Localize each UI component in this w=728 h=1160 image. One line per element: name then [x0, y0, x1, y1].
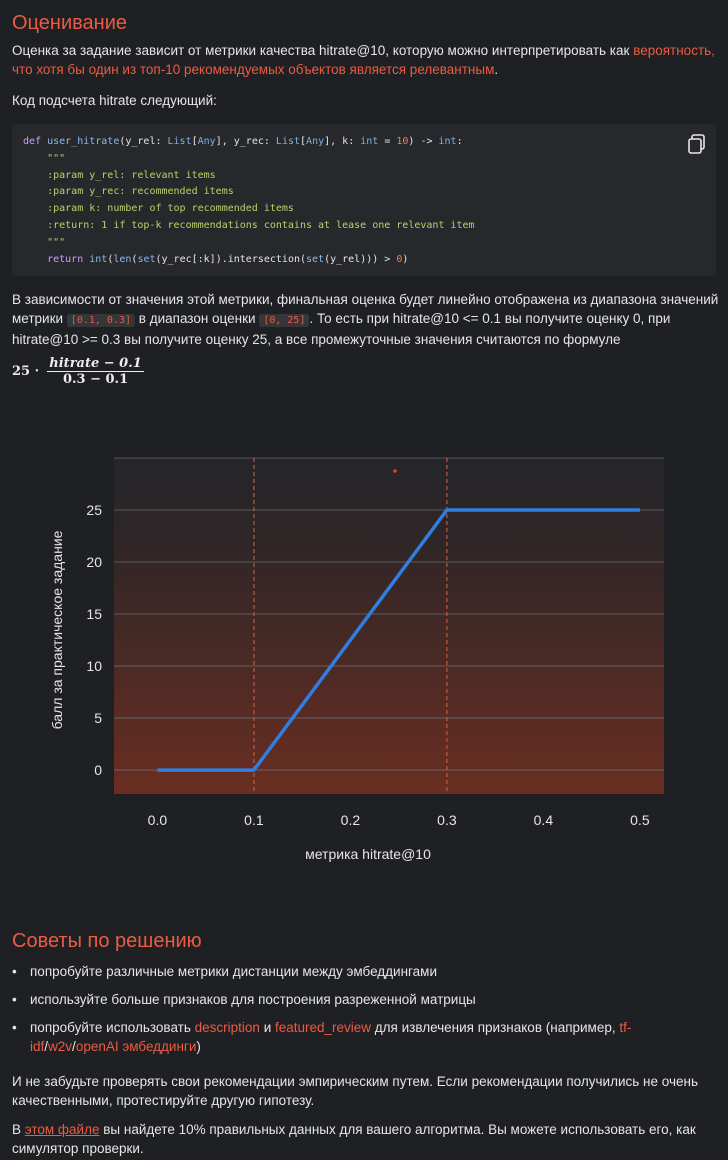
copy-icon[interactable] — [686, 133, 708, 155]
code-block: def user_hitrate(y_rel: List[Any], y_rec… — [12, 124, 716, 276]
y-tick-label: 5 — [94, 710, 102, 726]
intro-end: . — [494, 62, 499, 77]
tip-3-text: попробуйте использовать — [30, 1020, 195, 1035]
formula-factor: 25 · — [12, 364, 40, 379]
w2v-link[interactable]: w2v — [48, 1039, 72, 1054]
y-tick-label: 0 — [94, 762, 102, 778]
list-item: попробуйте различные метрики дистанции м… — [12, 962, 712, 981]
formula-denominator: 0.3 − 0.1 — [62, 372, 129, 387]
y-tick-label: 15 — [86, 606, 102, 622]
openai-embeddings-link[interactable]: openAI эмбеддинги — [76, 1039, 197, 1054]
y-tick-label: 25 — [86, 502, 102, 518]
x-tick-label: 0.4 — [534, 812, 554, 828]
y-tick-labels: 0 5 10 15 20 25 — [86, 502, 102, 778]
code-text: def user_hitrate(y_rel: List[Any], y_rec… — [23, 136, 475, 265]
formula-fraction: hitrate − 0.1 0.3 − 0.1 — [47, 356, 144, 387]
section-title-grading: Оценивание — [12, 12, 127, 34]
x-tick-label: 0.2 — [341, 812, 361, 828]
tip-3-and: и — [259, 1020, 275, 1035]
metric-range-code: [0.1, 0.3] — [66, 314, 136, 327]
tip-2: используйте больше признаков для построе… — [30, 992, 476, 1007]
marker-dot — [393, 469, 397, 473]
x-axis-label: метрика hitrate@10 — [305, 846, 431, 862]
mapping-text-2: в диапазон оценки — [138, 311, 256, 326]
x-tick-label: 0.1 — [244, 812, 264, 828]
score-formula: 25 · hitrate − 0.1 0.3 − 0.1 — [12, 356, 144, 387]
note-2-text-2: вы найдете 10% правильных данных для ваш… — [12, 1122, 696, 1156]
intro-text: Оценка за задание зависит от метрики кач… — [12, 43, 630, 58]
score-range-code: [0, 25] — [259, 314, 310, 327]
note-paragraph-1: И не забудьте проверять свои рекомендаци… — [12, 1074, 698, 1108]
tip-3-end: ) — [196, 1039, 201, 1054]
formula-numerator: hitrate − 0.1 — [47, 356, 144, 372]
x-tick-label: 0.0 — [148, 812, 168, 828]
list-item: используйте больше признаков для построе… — [12, 990, 712, 1009]
x-tick-labels: 0.0 0.1 0.2 0.3 0.4 0.5 — [148, 812, 650, 828]
description-link[interactable]: description — [195, 1020, 260, 1035]
y-tick-label: 10 — [86, 658, 102, 674]
score-chart: 0 5 10 15 20 25 0.0 0.1 0.2 0.3 0.4 0.5 метрика hi… — [49, 457, 664, 862]
featured-review-link[interactable]: featured_review — [275, 1020, 371, 1035]
tip-3-text-2: для извлечения признаков (например, — [371, 1020, 620, 1035]
x-tick-label: 0.3 — [437, 812, 457, 828]
section-title-tips: Советы по решению — [12, 930, 202, 952]
y-tick-label: 20 — [86, 554, 102, 570]
note-paragraph-2: В этом файле вы найдете 10% правильных д… — [12, 1120, 722, 1158]
x-tick-label: 0.5 — [630, 812, 650, 828]
tips-list: попробуйте различные метрики дистанции м… — [12, 962, 712, 1056]
y-axis-label: балл за практическое задание — [49, 530, 65, 729]
list-item: попробуйте использовать description и fe… — [12, 1018, 712, 1056]
intro-paragraph: Оценка за задание зависит от метрики кач… — [12, 41, 722, 79]
tip-1: попробуйте различные метрики дистанции м… — [30, 964, 437, 979]
file-link[interactable]: этом файле — [25, 1122, 100, 1137]
note-2-text: В — [12, 1122, 25, 1137]
code-heading: Код подсчета hitrate следующий: — [12, 93, 217, 108]
mapping-paragraph: В зависимости от значения этой метрики, … — [12, 290, 722, 349]
